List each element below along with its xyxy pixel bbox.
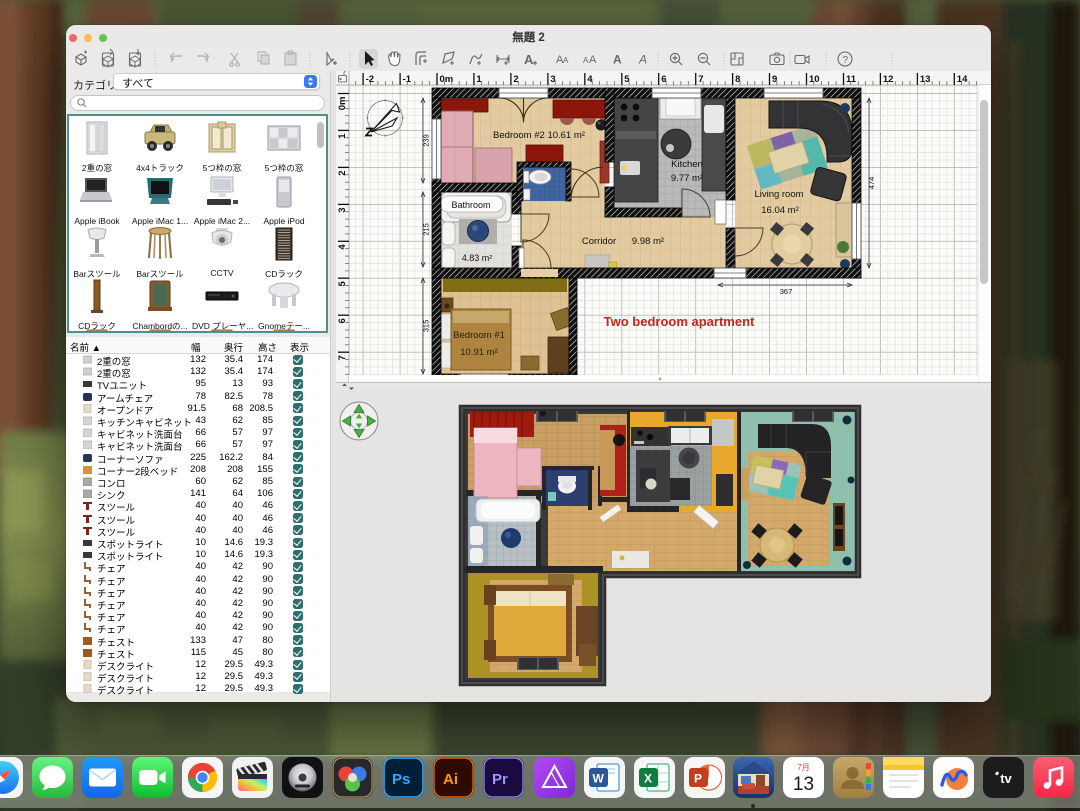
svg-text:10: 10	[809, 74, 820, 85]
svg-text:7月: 7月	[797, 763, 809, 772]
svg-text:W: W	[592, 772, 604, 786]
svg-text:239: 239	[422, 134, 431, 147]
svg-text:Bathroom: Bathroom	[451, 200, 490, 210]
svg-text:A: A	[613, 53, 622, 67]
svg-text:X: X	[644, 772, 652, 786]
svg-text:P: P	[694, 772, 702, 786]
svg-text:Pr: Pr	[492, 771, 508, 788]
svg-text:A: A	[638, 53, 647, 67]
svg-text:Living room: Living room	[754, 189, 803, 200]
svg-text:?: ?	[843, 55, 849, 66]
svg-text:9.77 m²: 9.77 m²	[671, 173, 703, 184]
svg-text:6: 6	[661, 74, 666, 85]
svg-text:12: 12	[883, 74, 894, 85]
svg-text:A: A	[589, 54, 597, 66]
svg-text:9: 9	[772, 74, 777, 85]
svg-text:Bedroom #1: Bedroom #1	[453, 330, 505, 341]
svg-text:Corridor: Corridor	[582, 236, 616, 247]
svg-text:Bedroom #2 10.61 m²: Bedroom #2 10.61 m²	[493, 130, 585, 141]
svg-text:0m: 0m	[440, 74, 454, 85]
svg-text:-2: -2	[366, 74, 374, 85]
svg-text:tv: tv	[1000, 771, 1012, 786]
svg-text:16.04 m²: 16.04 m²	[761, 205, 799, 216]
svg-text:A: A	[563, 56, 569, 65]
svg-text:8: 8	[735, 74, 740, 85]
svg-text:215: 215	[422, 223, 431, 236]
svg-text:367: 367	[780, 287, 793, 296]
svg-text:9.98 m²: 9.98 m²	[632, 236, 664, 247]
svg-text:A: A	[524, 52, 534, 67]
svg-text:474: 474	[867, 177, 876, 190]
svg-text:2: 2	[513, 74, 518, 85]
svg-text:13: 13	[920, 74, 931, 85]
svg-text:14: 14	[957, 74, 968, 85]
svg-text:13: 13	[792, 774, 813, 795]
svg-text:10.91 m²: 10.91 m²	[460, 347, 498, 358]
svg-text:11: 11	[846, 74, 857, 85]
svg-text:Kitchen: Kitchen	[671, 159, 703, 170]
svg-text:315: 315	[422, 320, 431, 333]
svg-text:Two bedroom apartment: Two bedroom apartment	[604, 314, 755, 329]
svg-text:Ps: Ps	[392, 771, 410, 788]
svg-text:4.83 m²: 4.83 m²	[462, 253, 493, 263]
svg-text:Ai: Ai	[443, 771, 458, 788]
